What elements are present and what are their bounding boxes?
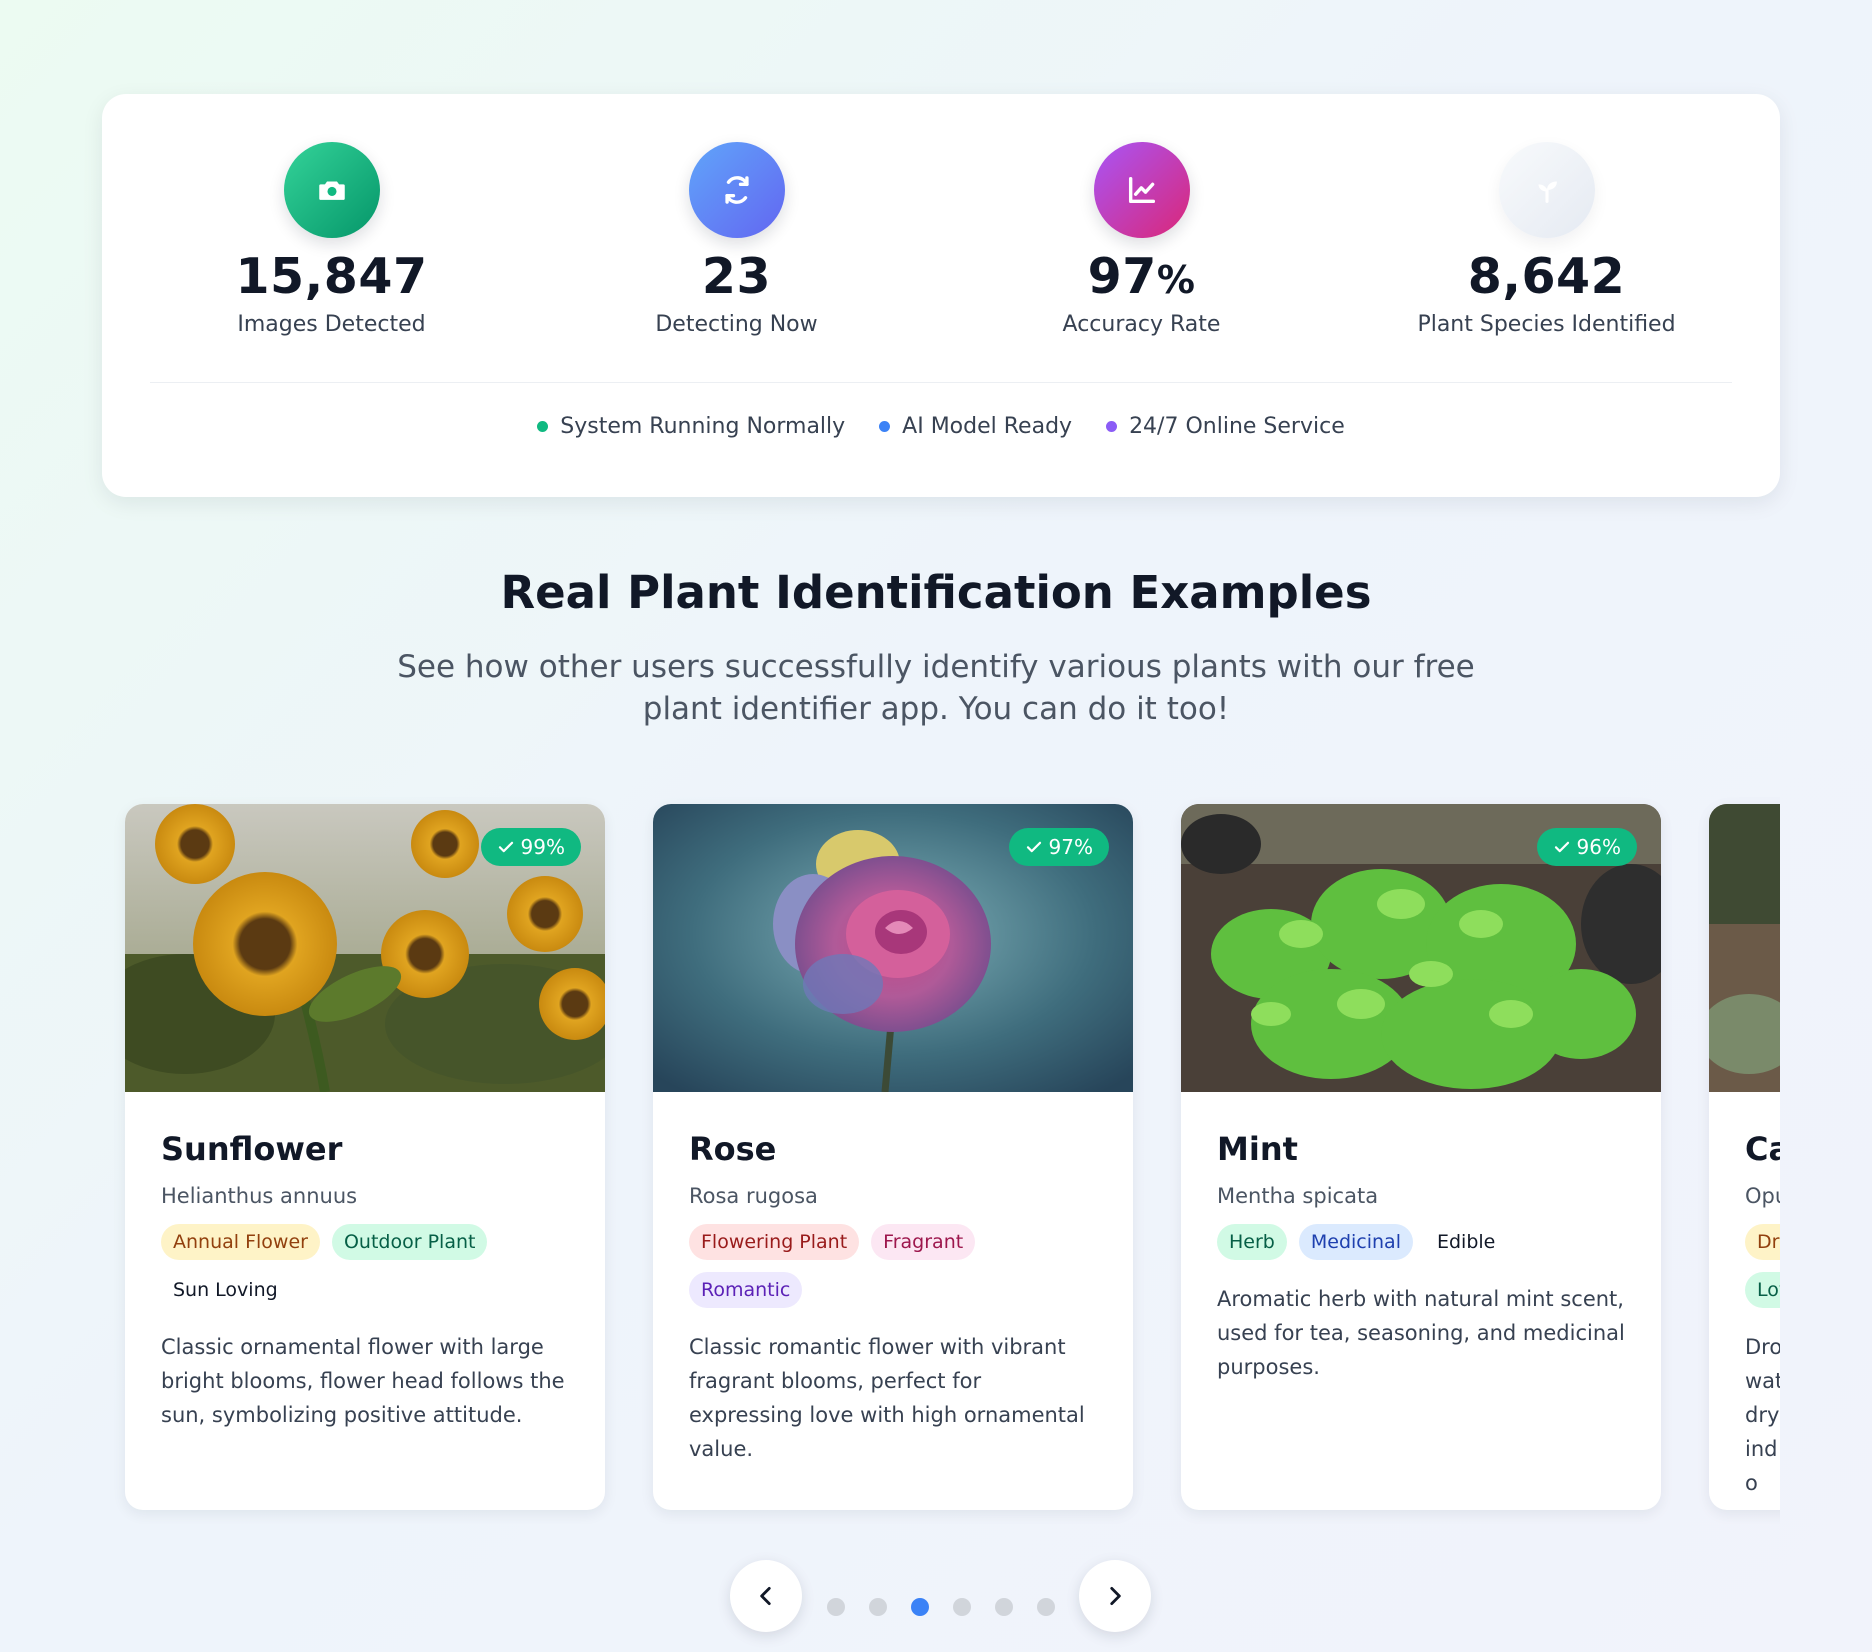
status-online-service: 24/7 Online Service: [1106, 414, 1345, 439]
tag: Fragrant: [871, 1224, 976, 1260]
tag: Annual Flower: [161, 1224, 320, 1260]
stats-divider: [150, 382, 1732, 383]
status-dot: [537, 421, 549, 432]
page-dot-4[interactable]: [953, 1598, 971, 1616]
mint-image: 96%: [1181, 804, 1661, 1092]
card-body: Rose Rosa rugosa Flowering Plant Fragran…: [653, 1092, 1133, 1466]
camera-icon: [283, 142, 380, 238]
example-card-rose[interactable]: 97% Rose Rosa rugosa Flowering Plant Fra…: [653, 804, 1133, 1510]
page-dot-1[interactable]: [827, 1598, 845, 1616]
status-ai-model: AI Model Ready: [879, 414, 1072, 439]
section-subtitle: See how other users successfully identif…: [397, 649, 1475, 727]
scientific-name: Mentha spicata: [1217, 1184, 1379, 1208]
status-label: AI Model Ready: [902, 414, 1073, 439]
tag: Outdoor Plant: [331, 1224, 488, 1260]
tag-list: Dro Lov: [1745, 1224, 1780, 1308]
stat-value: 8,642: [1467, 248, 1626, 305]
confidence-value: 96%: [1576, 835, 1621, 859]
plant-name: Ca: [1745, 1130, 1780, 1168]
next-button[interactable]: [1079, 1560, 1151, 1632]
tag: Edible: [1436, 1231, 1496, 1253]
stat-label: Plant Species Identified: [1417, 312, 1676, 337]
plant-description: Dro wat dry indo: [1745, 1335, 1780, 1495]
confidence-value: 99%: [520, 835, 565, 859]
page-dot-6[interactable]: [1037, 1598, 1055, 1616]
card-body: Sunflower Helianthus annuus Annual Flowe…: [125, 1092, 605, 1432]
status-dot: [879, 421, 891, 432]
example-card-partial[interactable]: Ca Opu Dro Lov Dro wat dry indo: [1709, 804, 1780, 1510]
tag: Herb: [1217, 1224, 1287, 1260]
pagination-dots: [827, 1598, 1055, 1616]
plant-description: Aromatic herb with natural mint scent, u…: [1217, 1287, 1625, 1379]
status-system: System Running Normally: [537, 414, 845, 439]
confidence-badge: 96%: [1536, 828, 1637, 866]
example-card-mint[interactable]: 96% Mint Mentha spicata Herb Medicinal E…: [1181, 804, 1661, 1510]
examples-carousel[interactable]: 99% Sunflower Helianthus annuus Annual F…: [102, 794, 1780, 1524]
refresh-icon: [688, 142, 785, 238]
confidence-badge: 97%: [1008, 828, 1109, 866]
status-label: 24/7 Online Service: [1129, 414, 1345, 439]
tag-list: Annual Flower Outdoor Plant Sun Loving: [161, 1224, 569, 1308]
cactus-image: [1709, 804, 1780, 1092]
page-dot-3[interactable]: [911, 1598, 929, 1616]
check-icon: [498, 841, 513, 853]
scientific-name: Opu: [1745, 1184, 1780, 1208]
chevron-left-icon: [760, 1587, 771, 1605]
tag: Sun Loving: [173, 1279, 278, 1301]
status-label: System Running Normally: [560, 414, 846, 439]
plant-description: Classic romantic flower with vibrant fra…: [689, 1335, 1085, 1461]
example-card-sunflower[interactable]: 99% Sunflower Helianthus annuus Annual F…: [125, 804, 605, 1510]
tag: Romantic: [689, 1272, 803, 1308]
plant-description: Classic ornamental flower with large bri…: [161, 1335, 565, 1427]
tag-list: Flowering Plant Fragrant Romantic: [689, 1224, 1097, 1308]
sunflower-image: 99%: [125, 804, 605, 1092]
tag: Medicinal: [1298, 1224, 1413, 1260]
page-dot-2[interactable]: [869, 1598, 887, 1616]
check-icon: [1026, 841, 1041, 853]
chevron-right-icon: [1110, 1587, 1121, 1605]
confidence-value: 97%: [1048, 835, 1093, 859]
plant-name: Sunflower: [161, 1130, 343, 1168]
stats-card: 15,847 Images Detected 23 Detecting Now …: [102, 94, 1780, 497]
plant-name: Mint: [1217, 1130, 1298, 1168]
stat-label: Accuracy Rate: [1062, 312, 1221, 337]
scientific-name: Rosa rugosa: [689, 1184, 818, 1208]
stat-label: Detecting Now: [655, 312, 818, 337]
status-dot: [1106, 421, 1118, 432]
tag: Flowering Plant: [689, 1224, 860, 1260]
stat-value: 23: [701, 248, 772, 305]
chart-line-icon: [1093, 142, 1190, 238]
tag: Lov: [1745, 1272, 1780, 1308]
tag-list: Herb Medicinal Edible: [1217, 1224, 1625, 1260]
stat-value: 97%: [1087, 248, 1196, 305]
page-dot-5[interactable]: [995, 1598, 1013, 1616]
prev-button[interactable]: [730, 1560, 802, 1632]
section-title: Real Plant Identification Examples: [500, 566, 1372, 619]
sprout-icon: [1498, 142, 1595, 238]
stat-value: 15,847: [235, 248, 428, 305]
stat-label: Images Detected: [237, 312, 426, 337]
plant-name: Rose: [689, 1130, 777, 1168]
rose-image: 97%: [653, 804, 1133, 1092]
card-body: Mint Mentha spicata Herb Medicinal Edibl…: [1181, 1092, 1661, 1384]
confidence-badge: 99%: [480, 828, 581, 866]
status-row: System Running Normally AI Model Ready 2…: [102, 414, 1780, 439]
check-icon: [1554, 841, 1569, 853]
tag: Dro: [1745, 1224, 1780, 1260]
card-body: Ca Opu Dro Lov Dro wat dry indo: [1709, 1092, 1780, 1500]
scientific-name: Helianthus annuus: [161, 1184, 358, 1208]
